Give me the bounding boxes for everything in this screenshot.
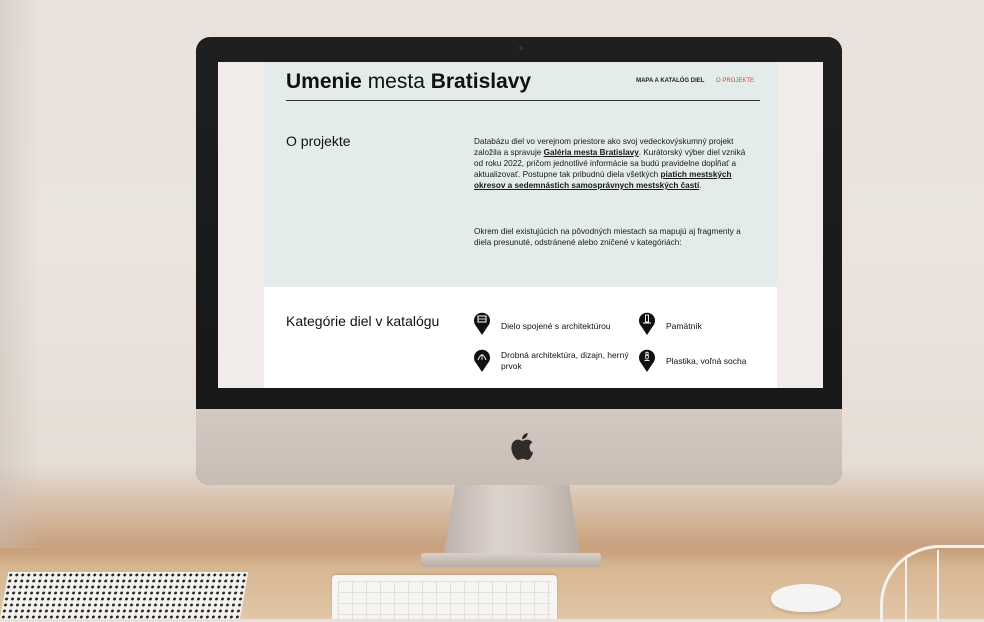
category-item[interactable]: Pamätník: [638, 311, 702, 335]
site-title-part: Bratislavy: [430, 70, 532, 93]
keyboard-keys: [338, 581, 551, 619]
about-text: .: [699, 181, 702, 190]
mouse: [771, 584, 841, 612]
nav-link-map[interactable]: MAPA A KATALÓG DIEL: [636, 78, 704, 84]
site-title[interactable]: Umenie mesta Bratislavy: [286, 70, 531, 94]
monitor-stand-base: [421, 553, 601, 567]
apple-logo-icon: [511, 433, 534, 460]
category-label: Plastika, voľná socha: [666, 356, 747, 366]
category-item[interactable]: Plastika, voľná socha: [638, 348, 746, 372]
category-label: Drobná architektúra, dizajn, herný prvok: [501, 350, 629, 371]
about-paragraph-2: Okrem diel existujúcich na pôvodných mie…: [474, 227, 741, 247]
category-label: Dielo spojené s architektúrou: [501, 321, 611, 331]
about-section: Umenie mesta Bratislavy MAPA A KATALÓG D…: [264, 62, 777, 287]
main-nav: MAPA A KATALÓG DIEL O PROJEKTE: [626, 78, 754, 84]
category-item[interactable]: Drobná architektúra, dizajn, herný prvok: [473, 348, 633, 372]
header-divider: [286, 100, 760, 101]
screen: Umenie mesta Bratislavy MAPA A KATALÓG D…: [218, 62, 823, 388]
categories-heading: Kategórie diel v katalógu: [286, 313, 440, 329]
arch-pin-icon: [474, 349, 490, 372]
wall-shadow: [0, 0, 40, 560]
keyboard: [332, 575, 557, 619]
categories-section: Kategórie diel v katalógu Dielo spojené …: [264, 287, 777, 388]
dotted-notebook: [0, 572, 249, 619]
web-page: Umenie mesta Bratislavy MAPA A KATALÓG D…: [264, 62, 777, 388]
category-label: Pamätník: [666, 321, 702, 331]
site-title-part: Umenie: [286, 70, 362, 93]
nav-link-about[interactable]: O PROJEKTE: [716, 78, 754, 84]
category-item[interactable]: Dielo spojené s architektúrou: [473, 311, 611, 335]
about-paragraph-1: Databázu diel vo verejnom priestore ako …: [474, 136, 754, 191]
camera-icon: [519, 46, 523, 50]
gallery-link[interactable]: Galéria mesta Bratislavy: [544, 148, 639, 157]
site-title-part: mesta: [361, 70, 431, 93]
sculpture-pin-icon: [639, 349, 655, 372]
building-pin-icon: [474, 312, 490, 335]
monument-pin-icon: [639, 312, 655, 335]
about-heading: O projekte: [286, 133, 351, 149]
monitor-stand: [443, 485, 581, 559]
